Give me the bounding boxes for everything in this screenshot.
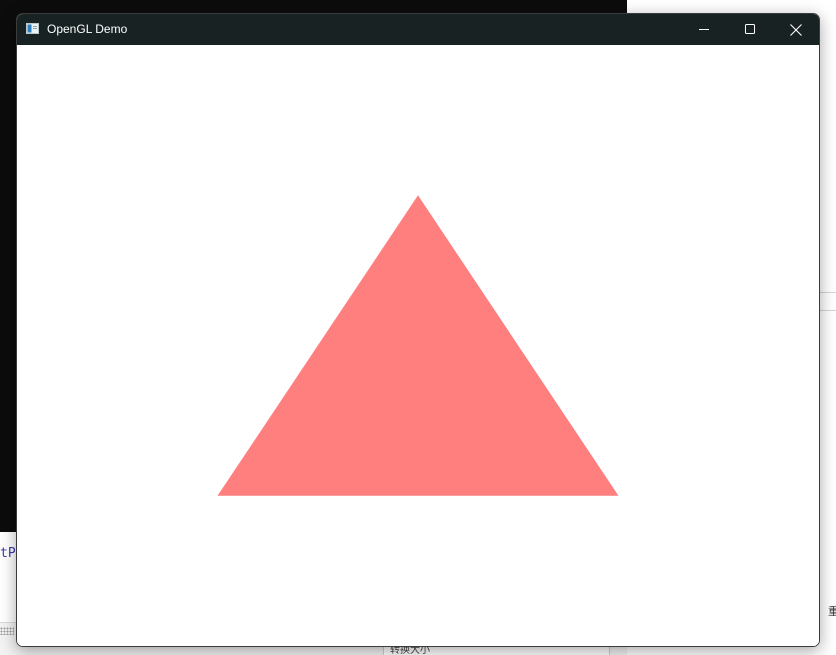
minimize-button[interactable] [681,14,727,45]
maximize-button[interactable] [727,14,773,45]
background-right-text: 重 [828,605,836,618]
minimize-icon [698,29,709,30]
close-icon [790,23,802,36]
desktop: 重 tP 转换大小 OpenGL Demo [0,0,836,655]
editor-code-fragment: tP [0,546,16,561]
grip-dots[interactable] [0,627,14,635]
window-titlebar[interactable]: OpenGL Demo [17,14,819,45]
maximize-icon [744,24,755,34]
window-title: OpenGL Demo [47,22,128,36]
opengl-client-area[interactable] [17,45,819,646]
render-canvas[interactable] [17,45,819,646]
app-window-icon [26,23,39,34]
close-button[interactable] [773,14,819,45]
opengl-demo-window[interactable]: OpenGL Demo [16,13,820,647]
